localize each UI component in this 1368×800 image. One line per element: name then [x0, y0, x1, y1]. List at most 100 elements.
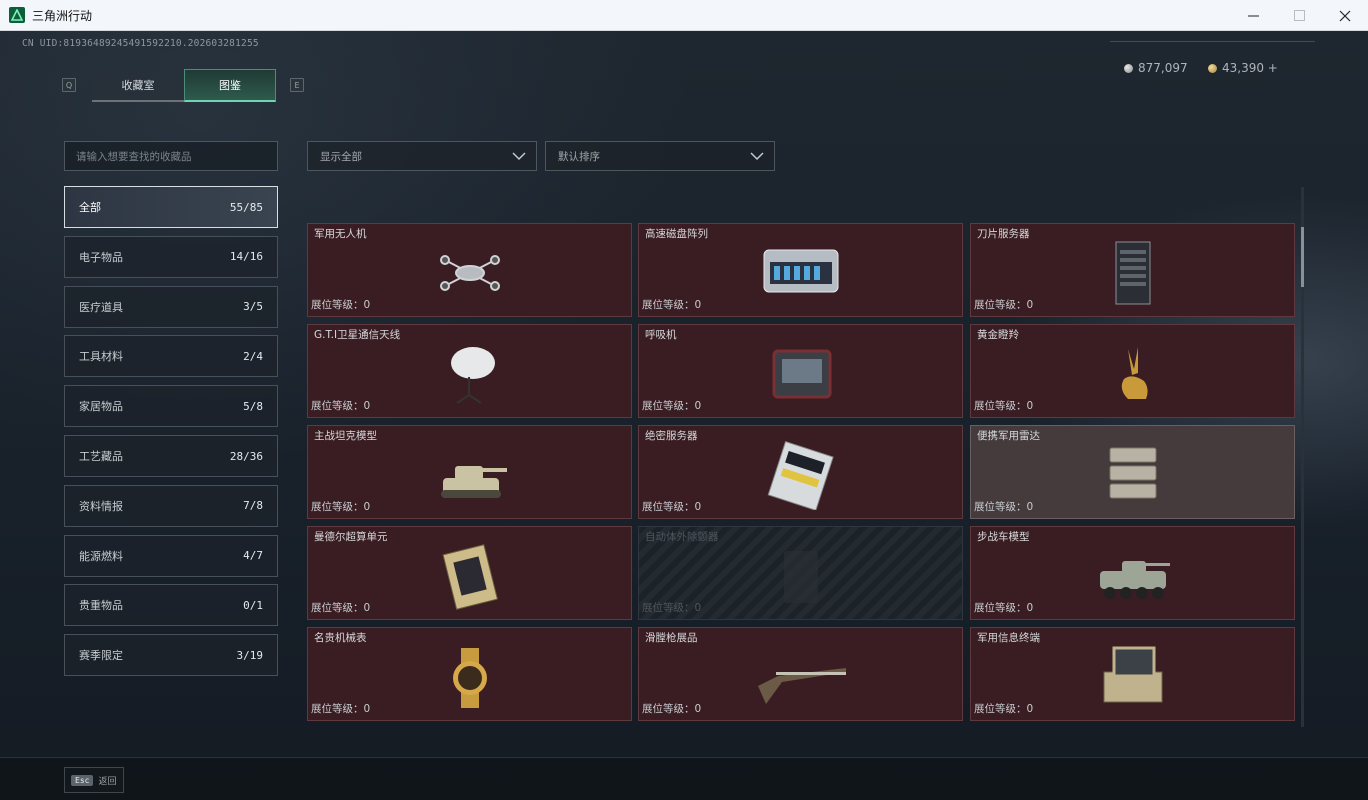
back-button[interactable]: Esc 返回	[64, 767, 124, 793]
card-name: 刀片服务器	[977, 228, 1030, 240]
category-label: 电子物品	[79, 250, 123, 264]
category-count: 2/4	[243, 349, 263, 363]
card-level-value: 0	[363, 501, 371, 513]
category-label: 工具材料	[79, 350, 123, 364]
collection-card[interactable]: 黄金瞪羚 展位等级：0	[970, 324, 1295, 418]
category-label: 全部	[79, 201, 101, 214]
category-item[interactable]: 能源燃料 4/7	[64, 534, 278, 577]
card-level: 展位等级：0	[642, 499, 701, 514]
category-item[interactable]: 家居物品 5/8	[64, 385, 278, 428]
card-name: 呼吸机	[645, 329, 677, 341]
header-divider	[1110, 41, 1315, 47]
category-label: 工艺藏品	[79, 450, 123, 463]
window-titlebar: 三角洲行动	[0, 0, 1368, 31]
card-level: 展位等级：0	[642, 297, 701, 312]
category-count: 55/85	[229, 200, 263, 214]
minimize-icon[interactable]	[1230, 0, 1276, 31]
defibrillator-icon	[756, 541, 846, 611]
collection-card[interactable]: 高速磁盘阵列 展位等级：0	[638, 223, 963, 317]
sort-dropdown[interactable]: 默认排序	[545, 141, 775, 171]
card-level-value: 0	[363, 602, 371, 614]
card-level-label: 展位等级：	[642, 602, 695, 614]
card-level-value: 0	[363, 400, 371, 412]
category-item[interactable]: 工艺藏品 28/36	[64, 435, 278, 477]
collection-card[interactable]: 自动体外除颤器 展位等级：0	[638, 526, 963, 620]
category-label: 资料情报	[79, 499, 123, 513]
card-level-value: 0	[1026, 501, 1034, 513]
gold-amount: 43,390 +	[1222, 61, 1278, 75]
secret-server-icon	[756, 440, 846, 511]
card-name: 滑膛枪展品	[645, 632, 698, 644]
ventilator-icon	[756, 339, 846, 409]
sort-value: 默认排序	[558, 150, 600, 163]
card-name: 高速磁盘阵列	[645, 228, 708, 240]
card-name: 自动体外除颤器	[645, 531, 719, 543]
chevron-down-icon	[750, 152, 764, 161]
card-name: 军用信息终端	[977, 632, 1040, 644]
card-level-value: 0	[694, 602, 702, 614]
terminal-icon	[1088, 642, 1178, 712]
card-level-label: 展位等级：	[311, 400, 364, 412]
supercompute-unit-icon	[425, 541, 515, 611]
collection-card[interactable]: 滑膛枪展品 展位等级：0	[638, 627, 963, 721]
card-level: 展位等级：0	[974, 499, 1033, 514]
card-level-value: 0	[694, 400, 702, 412]
collection-card[interactable]: 呼吸机展位等级：0	[638, 324, 963, 418]
collection-card[interactable]: 便携军用雷达 展位等级：0	[970, 425, 1295, 519]
esc-key: Esc	[71, 774, 94, 786]
collection-card[interactable]: 名贵机械表 展位等级：0	[307, 627, 632, 721]
card-level-label: 展位等级：	[642, 400, 695, 412]
collection-card[interactable]: 主战坦克模型 展位等级：0	[307, 425, 632, 519]
category-item[interactable]: 工具材料 2/4	[64, 335, 278, 378]
category-count: 3/5	[243, 300, 263, 314]
category-item[interactable]: 全部 55/85	[64, 186, 278, 228]
card-level: 展位等级：0	[642, 600, 701, 615]
category-count: 7/8	[243, 499, 263, 513]
category-count: 0/1	[243, 598, 263, 612]
bottom-bar	[0, 757, 1368, 800]
card-level-label: 展位等级：	[642, 299, 695, 311]
card-level-value: 0	[1026, 703, 1034, 715]
collection-card[interactable]: 曼德尔超算单元 展位等级：0	[307, 526, 632, 620]
watch-icon	[425, 642, 515, 712]
card-level-label: 展位等级：	[642, 501, 695, 513]
drone-icon	[425, 238, 515, 308]
collection-card[interactable]: 刀片服务器 展位等级：0	[970, 223, 1295, 317]
tab-collection-room[interactable]: 收藏室	[92, 69, 184, 102]
collection-grid: 军用无人机 展位等级：0 高速磁盘阵列 展位等级：0 刀片服务器 展位等级：0 G.T.I卫…	[307, 192, 1297, 728]
category-item[interactable]: 贵重物品 0/1	[64, 584, 278, 627]
category-item[interactable]: 资料情报 7/8	[64, 484, 278, 527]
display-filter-dropdown[interactable]: 显示全部	[307, 141, 537, 171]
collection-card[interactable]: 军用信息终端 展位等级：0	[970, 627, 1295, 721]
card-level-label: 展位等级：	[311, 299, 364, 311]
collection-card[interactable]: 步战车模型 展位等级：0	[970, 526, 1295, 620]
tab-next-key: E	[290, 78, 304, 92]
tank-model-icon	[425, 440, 515, 510]
card-level: 展位等级：0	[311, 398, 370, 413]
card-level-label: 展位等级：	[974, 602, 1027, 614]
collection-search-input[interactable]: 请输入想要查找的收藏品	[64, 141, 278, 171]
card-level-value: 0	[694, 501, 702, 513]
gold-currency[interactable]: 43,390 +	[1208, 61, 1278, 75]
grid-scrollbar-thumb[interactable]	[1301, 227, 1304, 287]
category-count: 28/36	[229, 449, 263, 463]
category-item[interactable]: 电子物品 14/16	[64, 235, 278, 278]
category-item[interactable]: 医疗道具 3/5	[64, 285, 278, 328]
tab-catalog[interactable]: 图鉴	[184, 69, 276, 102]
card-level-label: 展位等级：	[974, 400, 1027, 412]
close-icon[interactable]	[1322, 0, 1368, 31]
maximize-icon[interactable]	[1276, 0, 1322, 31]
collection-card[interactable]: 绝密服务器 展位等级：0	[638, 425, 963, 519]
gold-coin-icon	[1208, 63, 1217, 73]
card-name: 主战坦克模型	[314, 430, 377, 442]
category-label: 家居物品	[79, 400, 123, 414]
window-title: 三角洲行动	[32, 8, 93, 23]
card-level: 展位等级：0	[974, 600, 1033, 615]
category-count: 5/8	[243, 399, 263, 413]
category-item[interactable]: 赛季限定 3/19	[64, 634, 278, 677]
card-level-label: 展位等级：	[974, 703, 1027, 715]
collection-card[interactable]: G.T.I卫星通信天线 展位等级：0	[307, 324, 632, 418]
collection-card[interactable]: 军用无人机 展位等级：0	[307, 223, 632, 317]
ifv-model-icon	[1088, 541, 1178, 611]
card-level: 展位等级：0	[974, 701, 1033, 716]
